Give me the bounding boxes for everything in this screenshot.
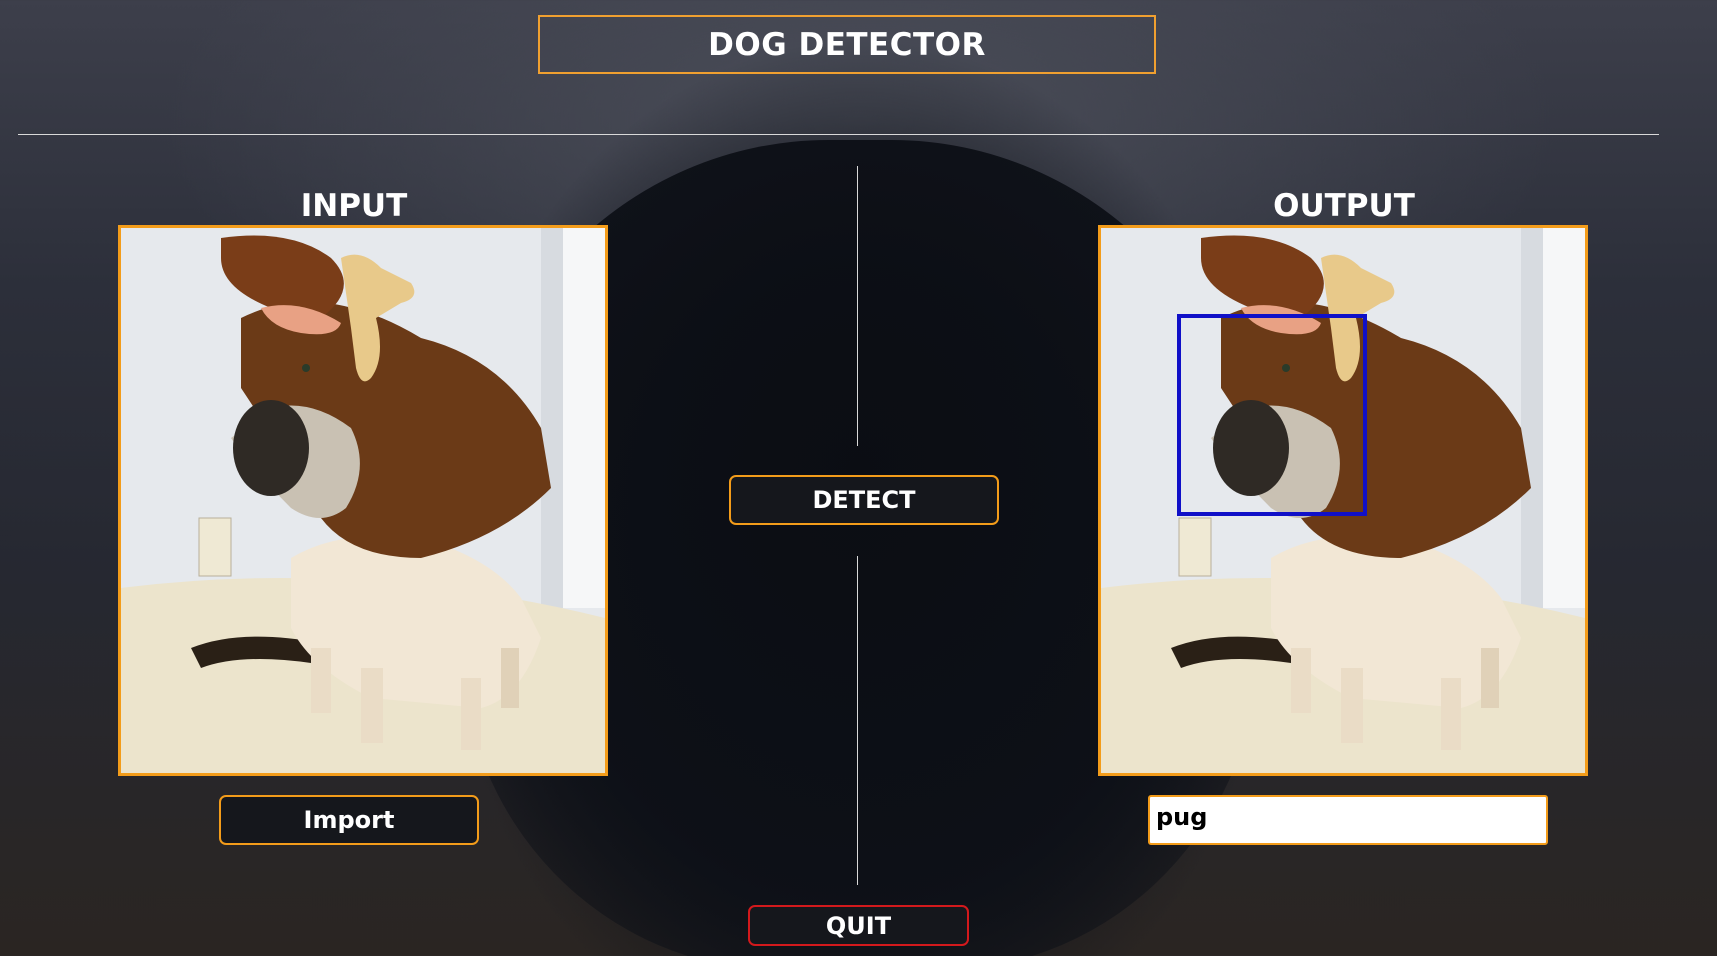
import-button[interactable]: Import: [219, 795, 479, 845]
center-divider-top: [857, 166, 858, 446]
center-divider-bottom: [857, 556, 858, 885]
quit-button[interactable]: QUIT: [748, 905, 969, 946]
output-label: OUTPUT: [1273, 188, 1415, 224]
detect-button[interactable]: DETECT: [729, 475, 999, 525]
output-image: [1098, 225, 1588, 776]
input-image: [118, 225, 608, 776]
app-title: DOG DETECTOR: [538, 15, 1156, 74]
result-field[interactable]: pug: [1148, 795, 1548, 845]
divider: [18, 134, 1659, 135]
input-label: INPUT: [300, 188, 408, 224]
